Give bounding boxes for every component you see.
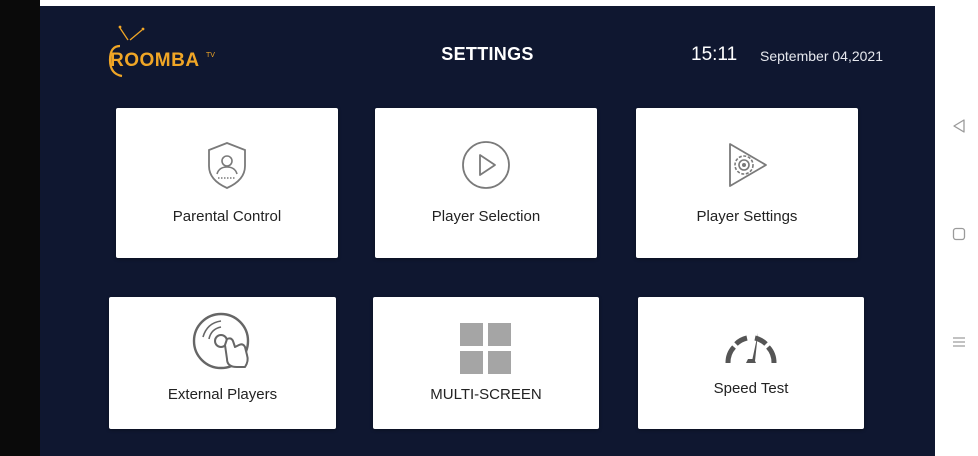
shield-user-icon <box>208 142 246 189</box>
grid-four-icon <box>460 323 511 374</box>
external-players-tile[interactable]: External Players <box>109 297 336 429</box>
tile-label: External Players <box>167 386 278 403</box>
player-settings-tile[interactable]: Player Settings <box>636 108 858 258</box>
player-selection-tile[interactable]: Player Selection <box>375 108 597 258</box>
clock-time: 15:11 <box>691 44 738 65</box>
nav-recents-button[interactable] <box>951 334 967 350</box>
tile-label: Speed Test <box>713 380 789 397</box>
multi-screen-tile[interactable]: MULTI-SCREEN <box>373 297 599 429</box>
tile-label: MULTI-SCREEN <box>430 386 542 403</box>
menu-lines-icon <box>953 337 965 347</box>
nav-home-button[interactable] <box>951 226 967 242</box>
clock-date: September 04,2021 <box>760 48 883 64</box>
home-square-icon <box>952 227 966 241</box>
nav-back-button[interactable] <box>951 118 967 134</box>
device-screen: ROOMBA TV SETTINGS 15:11 September 04,20… <box>0 0 978 456</box>
settings-app: ROOMBA TV SETTINGS 15:11 September 04,20… <box>40 6 935 456</box>
tile-label: Parental Control <box>172 208 282 225</box>
disc-hand-icon <box>192 312 249 370</box>
system-nav-bar <box>935 0 978 456</box>
back-triangle-icon <box>953 119 965 133</box>
play-circle-icon <box>462 141 510 189</box>
speedometer-icon <box>725 333 777 364</box>
play-gear-icon <box>729 143 767 187</box>
left-black-bezel <box>0 0 40 456</box>
tile-label: Player Selection <box>431 208 541 225</box>
speed-test-tile[interactable]: Speed Test <box>638 297 864 429</box>
tile-label: Player Settings <box>696 208 798 225</box>
parental-control-tile[interactable]: Parental Control <box>116 108 338 258</box>
